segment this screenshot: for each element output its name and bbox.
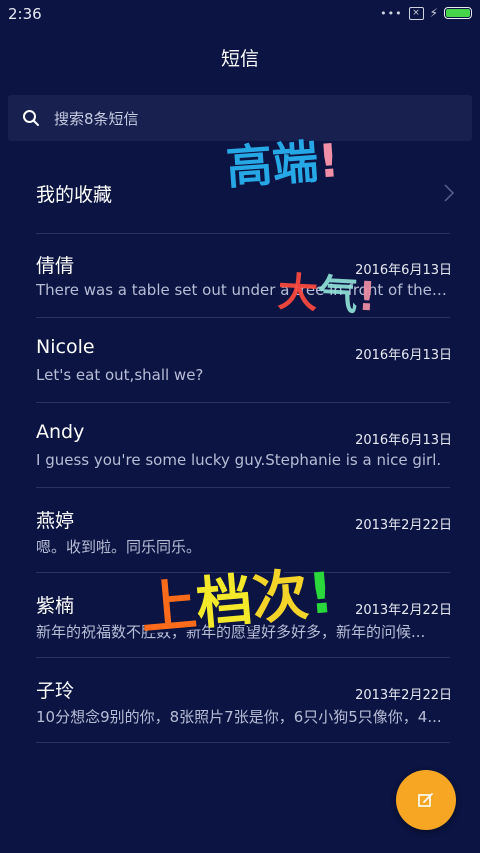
contact-name: 燕婷	[36, 510, 75, 532]
message-date: 2013年2月22日	[355, 518, 452, 533]
search-icon	[23, 110, 39, 126]
message-preview: There was a table set out under a tree i…	[36, 281, 450, 299]
chevron-right-icon	[444, 184, 454, 202]
search-bar[interactable]: 搜索8条短信	[8, 95, 472, 141]
search-input[interactable]: 搜索8条短信	[54, 108, 139, 129]
message-date: 2013年2月22日	[355, 603, 452, 618]
message-date: 2016年6月13日	[355, 433, 452, 448]
battery-level	[446, 9, 470, 17]
message-date: 2013年2月22日	[355, 688, 452, 703]
message-row[interactable]: 子玲 2013年2月22日 10分想念9别的你，8张照片7张是你，6只小狗5只像…	[36, 658, 452, 743]
page-title: 短信	[220, 48, 259, 70]
status-time: 2:36	[8, 5, 42, 23]
message-preview: I guess you're some lucky guy.Stephanie …	[36, 451, 442, 469]
signal-dots-icon: •••	[380, 6, 403, 20]
no-sim-icon: ×	[408, 6, 424, 20]
message-row[interactable]: 燕婷 2013年2月22日 嗯。收到啦。同乐同乐。	[36, 488, 452, 573]
message-row[interactable]: 倩倩 2016年6月13日 There was a table set out …	[36, 233, 452, 318]
compose-icon	[418, 793, 433, 807]
favorites-row[interactable]: 我的收藏	[0, 152, 480, 232]
status-icons: ••• × ⚡	[380, 6, 472, 20]
message-preview: 10分想念9别的你，8张照片7张是你，6只小狗5只像你，4...	[36, 708, 442, 726]
contact-name: 倩倩	[36, 255, 75, 277]
message-row[interactable]: Andy 2016年6月13日 I guess you're some luck…	[36, 403, 452, 488]
compose-button[interactable]	[396, 770, 456, 830]
favorites-label: 我的收藏	[36, 184, 113, 206]
message-date: 2016年6月13日	[355, 348, 452, 363]
battery-icon	[444, 7, 472, 19]
contact-name: 紫楠	[36, 595, 75, 617]
contact-name: 子玲	[36, 680, 75, 702]
message-preview: 嗯。收到啦。同乐同乐。	[36, 538, 202, 556]
charging-icon: ⚡	[429, 6, 438, 20]
contact-name: Andy	[36, 421, 85, 443]
message-list: 倩倩 2016年6月13日 There was a table set out …	[0, 233, 480, 743]
contact-name: Nicole	[36, 336, 95, 358]
message-preview: Let's eat out,shall we?	[36, 366, 204, 384]
message-preview: 新年的祝福数不胜数，新年的愿望好多好多，新年的问候...	[36, 623, 426, 641]
status-bar: 2:36 ••• × ⚡	[0, 0, 480, 28]
message-row[interactable]: 紫楠 2013年2月22日 新年的祝福数不胜数，新年的愿望好多好多，新年的问候.…	[36, 573, 452, 658]
message-date: 2016年6月13日	[355, 263, 452, 278]
message-row[interactable]: Nicole 2016年6月13日 Let's eat out,shall we…	[36, 318, 452, 403]
